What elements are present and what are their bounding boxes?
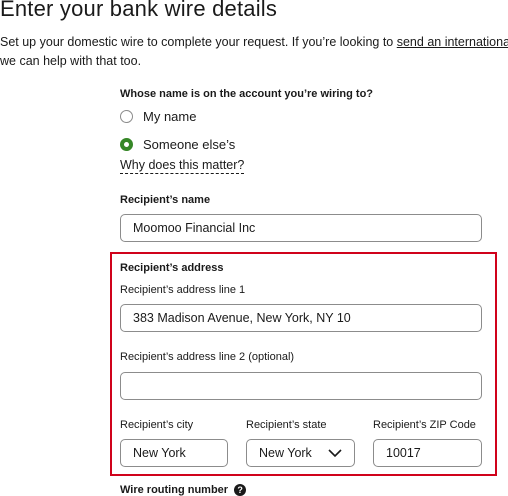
state-value: New York [259,446,312,460]
radio-label-my-name: My name [143,108,197,124]
chevron-down-icon [328,449,342,458]
zip-input[interactable]: 10017 [373,439,482,467]
state-select[interactable]: New York [246,439,355,467]
intro-text: Set up your domestic wire to complete yo… [0,33,508,71]
intro-text-after: we can help with that too. [0,54,142,68]
send-international-link[interactable]: send an international [397,35,508,49]
radio-option-my-name[interactable]: My name [120,106,196,126]
routing-number-label-text: Wire routing number [120,484,229,496]
address-line2-label: Recipient’s address line 2 (optional) [120,351,295,363]
page-title: Enter your bank wire details [0,0,278,21]
intro-text-before-link: Set up your domestic wire to complete yo… [0,35,397,49]
why-does-this-matter-link[interactable]: Why does this matter? [120,158,245,174]
zip-label: Recipient’s ZIP Code [373,419,476,431]
city-input[interactable]: New York [120,439,228,467]
city-value: New York [133,446,186,460]
address-line1-label: Recipient’s address line 1 [120,284,246,296]
state-label: Recipient’s state [246,419,327,431]
address-line1-input[interactable]: 383 Madison Avenue, New York, NY 10 [120,304,482,332]
zip-value: 10017 [386,446,421,460]
address-line1-value: 383 Madison Avenue, New York, NY 10 [133,311,351,325]
city-label: Recipient’s city [120,419,194,431]
radio-unchecked-icon[interactable] [120,109,133,123]
recipient-name-input[interactable]: Moomoo Financial Inc [120,214,482,242]
routing-number-label: Wire routing number? [120,484,247,496]
recipient-address-section-label: Recipient’s address [120,262,224,274]
address-line2-input[interactable] [120,372,482,400]
radio-label-someone-else: Someone else’s [143,136,236,152]
recipient-name-label: Recipient’s name [120,194,211,206]
radio-checked-icon[interactable] [120,137,133,151]
question-circle-icon[interactable]: ? [234,484,247,496]
account-owner-question: Whose name is on the account you’re wiri… [120,88,374,100]
recipient-name-value: Moomoo Financial Inc [133,221,256,235]
radio-option-someone-else[interactable]: Someone else’s [120,134,235,154]
